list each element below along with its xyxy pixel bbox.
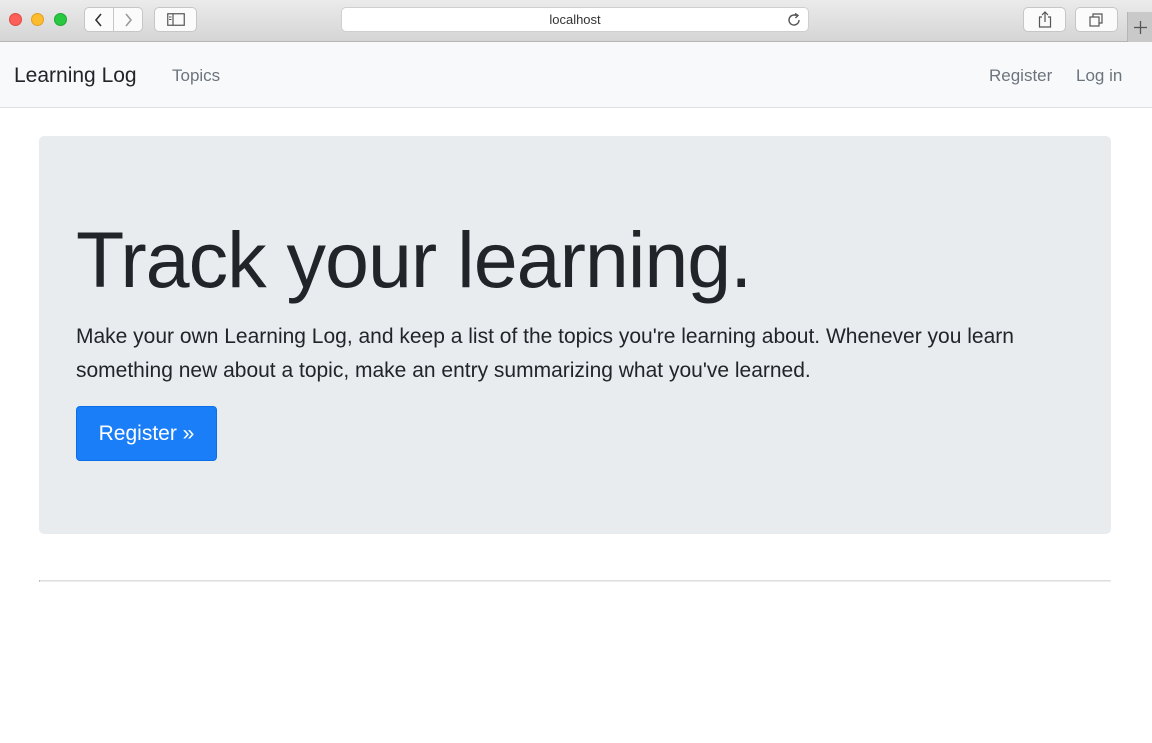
address-text: localhost	[549, 12, 601, 27]
minimize-window-button[interactable]	[31, 13, 44, 26]
page-title: Track your learning.	[76, 215, 752, 304]
chevron-right-icon	[125, 12, 133, 27]
tab-overview-button[interactable]	[1075, 7, 1118, 32]
back-button[interactable]	[85, 8, 113, 31]
register-button[interactable]: Register »	[76, 406, 217, 461]
lead-text: Make your own Learning Log, and keep a l…	[76, 325, 1014, 382]
zoom-window-button[interactable]	[54, 13, 67, 26]
forward-button[interactable]	[113, 8, 142, 31]
sidebar-icon	[166, 13, 185, 26]
site-navbar: Learning Log Topics Register Log in	[0, 42, 1152, 108]
reload-icon[interactable]	[786, 12, 802, 28]
new-tab-button[interactable]	[1127, 12, 1152, 42]
divider	[39, 580, 1111, 582]
nav-register-link[interactable]: Register	[989, 66, 1052, 86]
jumbotron: Track your learning. Make your own Learn…	[39, 136, 1111, 534]
nav-login-link[interactable]: Log in	[1076, 66, 1122, 86]
sidebar-toggle-button[interactable]	[154, 7, 197, 32]
chevron-left-icon	[94, 12, 102, 27]
nav-topics-link[interactable]: Topics	[172, 66, 220, 86]
brand-link[interactable]: Learning Log	[14, 64, 137, 88]
browser-toolbar: localhost	[0, 0, 1152, 42]
address-bar[interactable]: localhost	[341, 7, 809, 32]
plus-icon	[1133, 20, 1147, 34]
share-icon	[1038, 11, 1051, 28]
history-nav	[84, 7, 143, 32]
close-window-button[interactable]	[9, 13, 22, 26]
tabs-icon	[1089, 12, 1103, 27]
share-button[interactable]	[1023, 7, 1066, 32]
